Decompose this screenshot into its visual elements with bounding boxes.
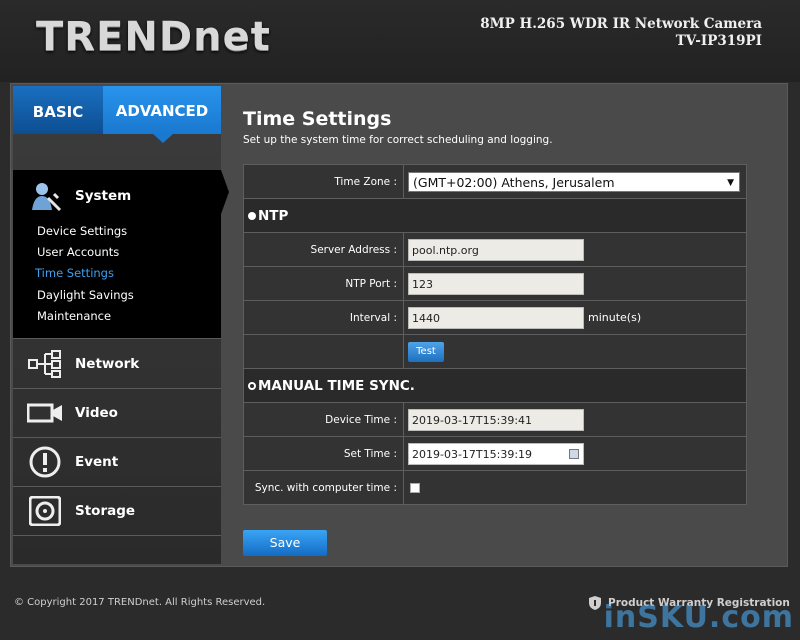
camera-model: 8MP H.265 WDR IR Network Camera TV-IP319… (480, 16, 762, 50)
shield-icon (588, 595, 602, 611)
model-description: 8MP H.265 WDR IR Network Camera (480, 16, 762, 32)
form-row: Device Time : 2019-03-17T15:39:41 (243, 402, 747, 437)
active-tab-pointer (153, 134, 173, 143)
form-row: Test (243, 334, 747, 369)
sidebar-label-system: System (75, 188, 132, 204)
server-address-input[interactable]: pool.ntp.org (408, 238, 584, 261)
save-button[interactable]: Save (243, 530, 327, 556)
time-zone-label: Time Zone : (243, 164, 404, 199)
model-number: TV-IP319PI (675, 33, 762, 49)
server-address-label: Server Address : (243, 232, 404, 267)
sidebar-item-storage[interactable]: Storage (13, 487, 221, 535)
alert-icon (25, 446, 65, 478)
page-subtitle: Set up the system time for correct sched… (243, 134, 553, 146)
section-header-manual-sync: MANUAL TIME SYNC. (243, 368, 747, 403)
bullet-icon (248, 381, 256, 390)
trendnet-logo: TRENDnet (36, 14, 271, 60)
device-time-label: Device Time : (243, 402, 404, 437)
content-header: Time Settings Set up the system time for… (243, 108, 753, 146)
dropdown-arrow-icon: ▼ (727, 177, 734, 188)
sidebar-item-user-accounts[interactable]: User Accounts (37, 245, 119, 259)
bullet-icon (248, 211, 256, 220)
time-zone-value: (GMT+02:00) Athens, Jerusalem (413, 174, 615, 190)
divider (13, 535, 221, 536)
sidebar-item-device-settings[interactable]: Device Settings (37, 224, 127, 238)
sidebar-label-network: Network (75, 356, 140, 372)
sidebar-item-video[interactable]: Video (13, 389, 221, 437)
interval-unit: minute(s) (588, 310, 642, 324)
section-header-ntp: NTP (243, 198, 747, 233)
sidebar-item-time-settings[interactable]: Time Settings (35, 266, 114, 280)
sidebar-item-daylight-savings[interactable]: Daylight Savings (37, 288, 134, 302)
ntp-port-input[interactable]: 123 (408, 272, 584, 295)
set-time-input[interactable]: 2019-03-17T15:39:19 (408, 442, 584, 465)
manual-sync-heading: MANUAL TIME SYNC. (258, 377, 415, 394)
video-camera-icon (25, 397, 65, 429)
tab-advanced[interactable]: ADVANCED (103, 86, 221, 134)
form-row: Server Address : pool.ntp.org (243, 232, 747, 267)
header: TRENDnet 8MP H.265 WDR IR Network Camera… (0, 0, 800, 82)
test-button[interactable]: Test (408, 341, 444, 362)
calendar-icon[interactable] (569, 448, 579, 459)
sync-computer-checkbox[interactable] (410, 482, 420, 493)
sidebar-item-network[interactable]: Network (13, 340, 221, 388)
set-time-label: Set Time : (243, 436, 404, 471)
sidebar-item-maintenance[interactable]: Maintenance (37, 309, 111, 323)
time-zone-select[interactable]: (GMT+02:00) Athens, Jerusalem ▼ (408, 171, 740, 192)
main-frame: BASIC ADVANCED System Device Settings Us… (10, 83, 788, 567)
network-icon (25, 348, 65, 380)
set-time-value: 2019-03-17T15:39:19 (412, 447, 533, 461)
ntp-port-label: NTP Port : (243, 266, 404, 301)
sidebar: BASIC ADVANCED System Device Settings Us… (13, 86, 229, 564)
watermark: inSKU.com (603, 600, 794, 635)
interval-label: Interval : (243, 300, 404, 335)
sidebar-item-event[interactable]: Event (13, 438, 221, 486)
form-row: Interval : 1440 minute(s) (243, 300, 747, 335)
system-icon (25, 180, 65, 212)
time-settings-form: Time Zone : (GMT+02:00) Athens, Jerusale… (243, 164, 747, 505)
copyright: © Copyright 2017 TRENDnet. All Rights Re… (14, 597, 266, 608)
divider (13, 338, 221, 339)
interval-input[interactable]: 1440 (408, 306, 584, 329)
page-title: Time Settings (243, 108, 392, 130)
tab-basic[interactable]: BASIC (13, 86, 103, 134)
form-row: Sync. with computer time : (243, 470, 747, 505)
ntp-heading: NTP (258, 207, 289, 224)
device-time-field: 2019-03-17T15:39:41 (408, 408, 584, 431)
storage-disk-icon (25, 495, 65, 527)
sync-computer-label: Sync. with computer time : (243, 470, 404, 505)
sidebar-label-video: Video (75, 405, 118, 421)
system-pointer (221, 170, 229, 214)
form-row: Set Time : 2019-03-17T15:39:19 (243, 436, 747, 471)
form-row: NTP Port : 123 (243, 266, 747, 301)
form-row: Time Zone : (GMT+02:00) Athens, Jerusale… (243, 164, 747, 199)
sidebar-label-event: Event (75, 454, 119, 470)
sidebar-item-system[interactable]: System (13, 172, 221, 220)
sidebar-label-storage: Storage (75, 503, 136, 519)
